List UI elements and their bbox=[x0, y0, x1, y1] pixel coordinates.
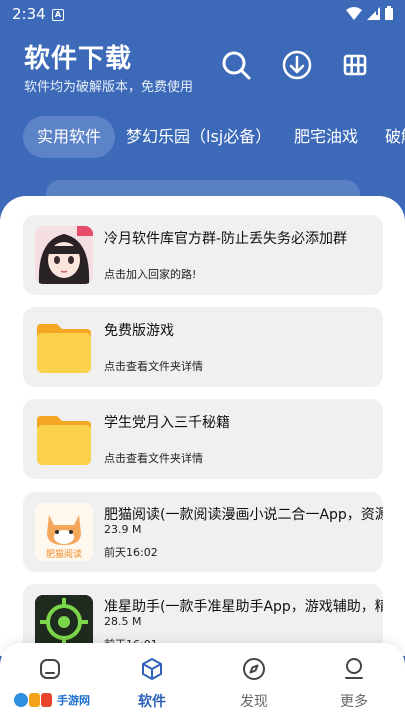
grid-icon[interactable] bbox=[340, 50, 370, 80]
item-title: 肥猫阅读(一款阅读漫画小说二合一App，资源* bbox=[104, 507, 383, 523]
download-icon[interactable] bbox=[280, 48, 314, 82]
person-icon bbox=[345, 658, 363, 679]
list-item[interactable]: 免费版游戏 点击查看文件夹详情 bbox=[23, 307, 383, 387]
list-item[interactable]: 冷月软件库官方群-防止丢失务必添加群 点击加入回家的路! bbox=[23, 215, 383, 295]
nav-discover-label: 发现 bbox=[240, 694, 268, 710]
nav-more[interactable]: 更多 bbox=[314, 643, 394, 720]
item-size: 28.5 M bbox=[104, 615, 142, 628]
tab-games[interactable]: 肥宅油戏 bbox=[294, 116, 358, 158]
item-subtitle: 点击查看文件夹详情 bbox=[104, 452, 203, 465]
item-title: 学生党月入三千秘籍 bbox=[104, 415, 230, 431]
app-icon-label: 肥猫阅读 bbox=[46, 548, 82, 560]
item-subtitle: 点击加入回家的路! bbox=[104, 268, 197, 281]
cube-icon bbox=[142, 658, 162, 680]
folder-icon bbox=[35, 410, 93, 468]
watermark-text: 手游网 bbox=[57, 694, 90, 707]
content-sheet: 冷月软件库官方群-防止丢失务必添加群 点击加入回家的路! 免费版游戏 点击查看文… bbox=[0, 196, 405, 656]
cat-reader-app-icon: 肥猫阅读 bbox=[35, 503, 93, 561]
item-title: 准星助手(一款手准星助手App，游戏辅助，精准 bbox=[104, 599, 383, 615]
tab-utility-software[interactable]: 实用软件 bbox=[23, 116, 116, 158]
status-time: 2:34 bbox=[12, 5, 46, 23]
item-subtitle: 点击查看文件夹详情 bbox=[104, 360, 203, 373]
anime-girl-avatar bbox=[35, 226, 93, 284]
nav-software[interactable]: 软件 bbox=[112, 643, 192, 720]
item-title: 冷月软件库官方群-防止丢失务必添加群 bbox=[104, 231, 348, 247]
nav-discover[interactable]: 发现 bbox=[214, 643, 294, 720]
battery-icon bbox=[385, 6, 393, 20]
watermark-mark bbox=[14, 693, 52, 707]
page-subtitle: 软件均为破解版本，免费使用 bbox=[24, 80, 194, 95]
item-date: 前天16:02 bbox=[104, 546, 158, 559]
search-icon[interactable] bbox=[219, 48, 253, 82]
tab-fantasy-park[interactable]: 梦幻乐园（lsj必备） bbox=[126, 116, 271, 158]
page-title: 软件下载 bbox=[24, 44, 133, 74]
status-bar: 2:34 A bbox=[0, 0, 405, 30]
item-title: 免费版游戏 bbox=[104, 323, 174, 339]
notification-a-icon: A bbox=[52, 9, 64, 21]
list-item[interactable]: 学生党月入三千秘籍 点击查看文件夹详情 bbox=[23, 399, 383, 479]
signal-icon bbox=[367, 6, 380, 20]
wifi-icon bbox=[346, 6, 362, 20]
category-tabs: 实用软件 梦幻乐园（lsj必备） 肥宅油戏 破解 bbox=[0, 116, 405, 158]
watermark-logo: 手游网 bbox=[14, 690, 98, 710]
item-size: 23.9 M bbox=[104, 523, 142, 536]
compass-icon bbox=[243, 658, 265, 680]
status-icons bbox=[346, 6, 393, 20]
nav-software-label: 软件 bbox=[138, 694, 166, 710]
nav-more-label: 更多 bbox=[340, 694, 368, 710]
list-item[interactable]: 肥猫阅读 肥猫阅读(一款阅读漫画小说二合一App，资源* 23.9 M 前天16… bbox=[23, 492, 383, 572]
folder-icon bbox=[35, 318, 93, 376]
tab-cracked[interactable]: 破解 bbox=[385, 116, 405, 158]
home-icon bbox=[40, 659, 60, 679]
